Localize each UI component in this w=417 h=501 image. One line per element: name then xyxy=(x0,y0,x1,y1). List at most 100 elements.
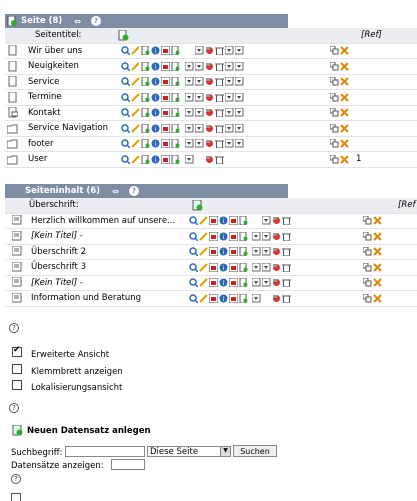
chevron-down-icon[interactable]: ▼ xyxy=(220,447,230,456)
delete-icon[interactable] xyxy=(215,108,224,118)
help-icon[interactable]: ? xyxy=(9,323,19,333)
edit-icon[interactable] xyxy=(199,278,208,287)
content-title[interactable]: Überschrift 2 xyxy=(31,247,86,257)
history-icon[interactable] xyxy=(160,138,171,149)
history-icon[interactable] xyxy=(160,154,171,165)
search-icon[interactable] xyxy=(121,108,131,118)
hide-icon[interactable] xyxy=(272,247,281,256)
move-down-icon[interactable] xyxy=(261,277,271,287)
content-element-icon[interactable] xyxy=(11,276,23,288)
history-icon[interactable] xyxy=(228,277,239,288)
search-icon[interactable] xyxy=(121,93,131,103)
new-content-icon[interactable] xyxy=(208,277,219,288)
info-icon[interactable]: i xyxy=(219,247,228,256)
copy-icon[interactable] xyxy=(362,277,372,287)
new-after-icon[interactable] xyxy=(239,231,248,242)
move-left-icon[interactable] xyxy=(224,92,234,102)
delete-icon[interactable] xyxy=(282,247,291,257)
hide-icon[interactable] xyxy=(205,124,214,133)
move-left-icon[interactable] xyxy=(224,123,234,133)
new-page-icon[interactable] xyxy=(141,123,150,134)
content-element-icon[interactable] xyxy=(11,261,23,273)
new-record-icon[interactable] xyxy=(192,199,203,214)
page-title[interactable]: Neuigkeiten xyxy=(28,61,79,71)
hide-icon[interactable] xyxy=(205,46,214,55)
new-content-icon[interactable] xyxy=(208,262,219,273)
move-down-icon[interactable] xyxy=(194,61,204,71)
edit-icon[interactable] xyxy=(131,139,140,148)
edit-icon[interactable] xyxy=(131,46,140,55)
hide-icon[interactable] xyxy=(205,108,214,117)
delete-icon[interactable] xyxy=(215,155,224,165)
content-element-icon[interactable] xyxy=(11,214,23,226)
new-after-icon[interactable] xyxy=(239,277,248,288)
move-up-icon[interactable] xyxy=(184,76,194,86)
content-title[interactable]: Überschrift 3 xyxy=(31,262,86,272)
search-icon[interactable] xyxy=(121,62,131,72)
page-title[interactable]: Kontakt xyxy=(28,108,61,118)
move-right-icon[interactable] xyxy=(234,92,244,102)
move-down-icon[interactable] xyxy=(194,107,204,117)
cut-icon[interactable] xyxy=(340,155,349,164)
page-title[interactable]: footer xyxy=(28,139,53,149)
page-mail-icon[interactable] xyxy=(7,106,19,118)
new-after-icon[interactable] xyxy=(171,61,180,72)
copy-icon[interactable] xyxy=(362,246,372,256)
records-count-input[interactable] xyxy=(111,459,145,470)
info-icon[interactable]: i xyxy=(219,232,228,241)
move-down-icon[interactable] xyxy=(261,215,271,225)
copy-icon[interactable] xyxy=(362,231,372,241)
hide-icon[interactable] xyxy=(205,62,214,71)
edit-icon[interactable] xyxy=(199,263,208,272)
history-icon[interactable] xyxy=(160,92,171,103)
edit-icon[interactable] xyxy=(131,124,140,133)
move-down-icon[interactable] xyxy=(261,231,271,241)
edit-icon[interactable] xyxy=(131,155,140,164)
localization-checkbox[interactable] xyxy=(12,380,22,390)
edit-icon[interactable] xyxy=(199,294,208,303)
new-page-icon[interactable] xyxy=(141,107,150,118)
edit-icon[interactable] xyxy=(131,77,140,86)
new-record-link[interactable]: Neuen Datensatz anlegen xyxy=(27,426,151,436)
new-page-icon[interactable] xyxy=(141,138,150,149)
copy-icon[interactable] xyxy=(362,215,372,225)
cut-icon[interactable] xyxy=(373,216,382,225)
search-icon[interactable] xyxy=(189,232,199,242)
cut-icon[interactable] xyxy=(373,247,382,256)
new-after-icon[interactable] xyxy=(171,92,180,103)
move-up-icon[interactable] xyxy=(251,262,261,272)
move-down-icon[interactable] xyxy=(194,76,204,86)
move-left-icon[interactable] xyxy=(224,45,234,55)
hide-icon[interactable] xyxy=(205,155,214,164)
new-page-icon[interactable] xyxy=(141,61,150,72)
move-right-icon[interactable] xyxy=(234,123,244,133)
move-up-icon[interactable] xyxy=(184,154,194,164)
move-left-icon[interactable] xyxy=(224,107,234,117)
help-icon[interactable]: ? xyxy=(128,186,139,196)
move-down-icon[interactable] xyxy=(261,262,271,272)
delete-icon[interactable] xyxy=(215,77,224,87)
hide-icon[interactable] xyxy=(272,278,281,287)
history-icon[interactable] xyxy=(228,231,239,242)
new-page-icon[interactable] xyxy=(141,76,150,87)
search-icon[interactable] xyxy=(121,124,131,134)
content-element-icon[interactable] xyxy=(11,230,23,242)
page-icon[interactable] xyxy=(7,60,18,72)
copy-icon[interactable] xyxy=(329,92,339,102)
history-icon[interactable] xyxy=(228,293,239,304)
page-icon[interactable] xyxy=(7,91,18,103)
search-icon[interactable] xyxy=(189,294,199,304)
history-icon[interactable] xyxy=(228,262,239,273)
search-icon[interactable] xyxy=(121,46,131,56)
edit-icon[interactable] xyxy=(199,247,208,256)
help-icon[interactable]: ? xyxy=(90,16,101,26)
new-content-icon[interactable] xyxy=(208,215,219,226)
history-icon[interactable] xyxy=(228,246,239,257)
move-right-icon[interactable] xyxy=(234,61,244,71)
search-icon[interactable] xyxy=(189,263,199,273)
copy-icon[interactable] xyxy=(329,138,339,148)
delete-icon[interactable] xyxy=(282,216,291,226)
page-title[interactable]: Service Navigation xyxy=(28,123,108,133)
cut-icon[interactable] xyxy=(373,294,382,303)
content-element-icon[interactable] xyxy=(11,292,23,304)
